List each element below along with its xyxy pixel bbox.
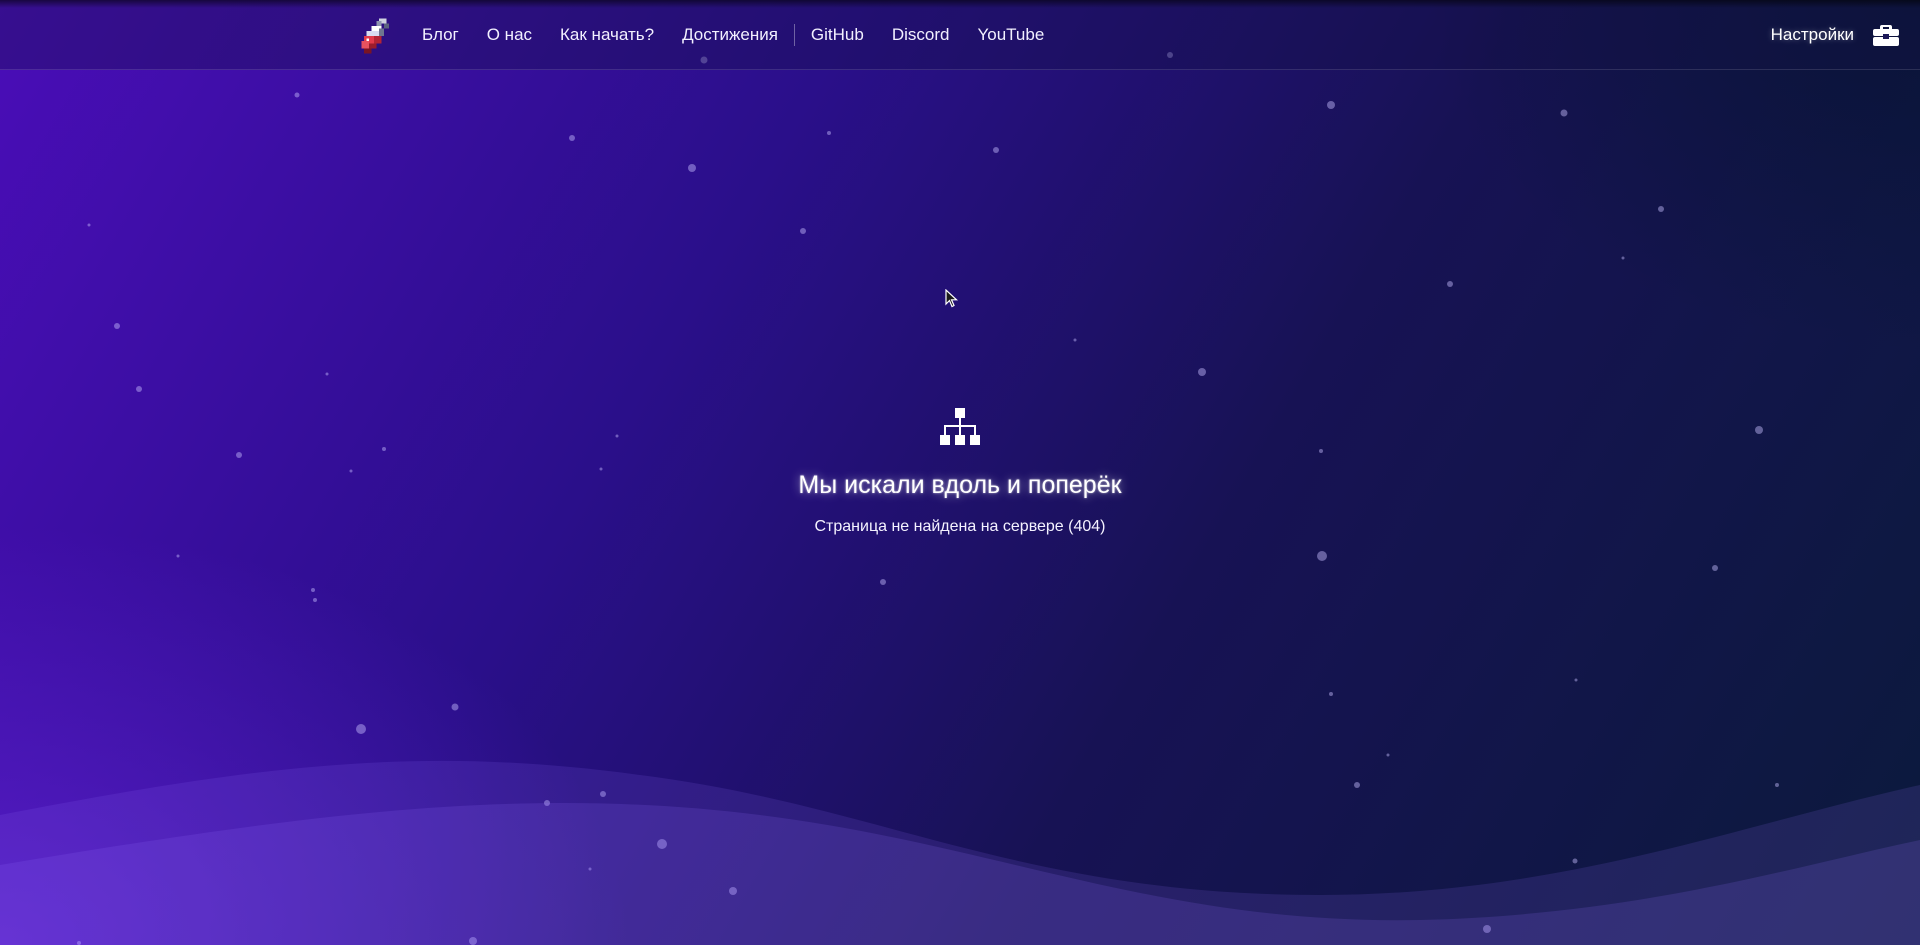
top-navigation-bar: Блог О нас Как начать? Достижения GitHub…	[0, 0, 1920, 70]
nav-github-link[interactable]: GitHub	[811, 25, 864, 45]
settings-button[interactable]: Настройки	[1771, 0, 1900, 70]
error-title: Мы искали вдоль и поперёк	[798, 471, 1122, 499]
nav-divider	[793, 24, 795, 46]
bottom-waves	[0, 760, 1920, 945]
nav-blog-link[interactable]: Блог	[422, 25, 459, 45]
sitemap-icon	[939, 406, 981, 448]
mouse-cursor-icon	[945, 289, 959, 308]
nav-achievements-link[interactable]: Достижения	[682, 25, 778, 45]
nav-get-started-link[interactable]: Как начать?	[560, 25, 654, 45]
settings-label: Настройки	[1770, 25, 1854, 44]
nav-about-link[interactable]: О нас	[487, 25, 532, 45]
nav-youtube-link[interactable]: YouTube	[977, 25, 1044, 45]
toolbox-icon	[1872, 23, 1900, 47]
not-found-panel: Мы искали вдоль и поперёк Страница не на…	[0, 406, 1920, 536]
main-nav: Блог О нас Как начать? Достижения GitHub…	[422, 0, 1072, 70]
potion-bottle-icon[interactable]	[354, 16, 394, 56]
nav-discord-link[interactable]: Discord	[892, 25, 950, 45]
error-subtitle: Страница не найдена на сервере (404)	[814, 518, 1106, 535]
